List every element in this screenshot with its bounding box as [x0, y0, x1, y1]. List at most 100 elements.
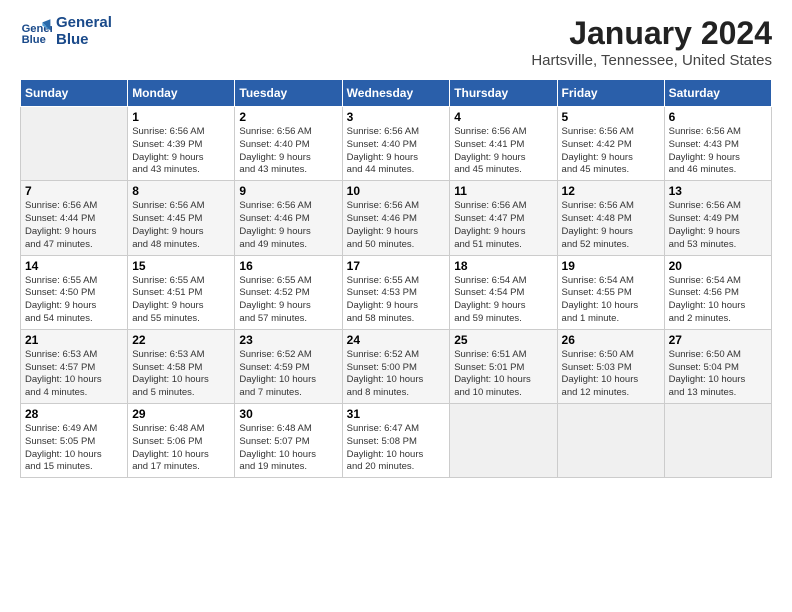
day-info: Sunrise: 6:55 AM Sunset: 4:53 PM Dayligh… — [347, 275, 446, 326]
title-section: January 2024 Hartsville, Tennessee, Unit… — [531, 15, 772, 69]
day-info: Sunrise: 6:55 AM Sunset: 4:51 PM Dayligh… — [132, 275, 230, 326]
calendar-cell: 24 Sunrise: 6:52 AM Sunset: 5:00 PM Dayl… — [342, 329, 450, 403]
calendar-cell: 29 Sunrise: 6:48 AM Sunset: 5:06 PM Dayl… — [128, 404, 235, 478]
day-number: 15 — [132, 259, 230, 273]
day-number: 4 — [454, 110, 552, 124]
day-number: 21 — [25, 333, 123, 347]
day-info: Sunrise: 6:53 AM Sunset: 4:58 PM Dayligh… — [132, 349, 230, 400]
day-info: Sunrise: 6:56 AM Sunset: 4:41 PM Dayligh… — [454, 126, 552, 177]
header-tuesday: Tuesday — [235, 80, 342, 107]
day-number: 26 — [562, 333, 660, 347]
day-number: 19 — [562, 259, 660, 273]
day-number: 16 — [239, 259, 337, 273]
header-monday: Monday — [128, 80, 235, 107]
calendar-table: Sunday Monday Tuesday Wednesday Thursday… — [20, 79, 772, 478]
day-number: 5 — [562, 110, 660, 124]
day-info: Sunrise: 6:54 AM Sunset: 4:55 PM Dayligh… — [562, 275, 660, 326]
calendar-cell: 3 Sunrise: 6:56 AM Sunset: 4:40 PM Dayli… — [342, 107, 450, 181]
day-info: Sunrise: 6:53 AM Sunset: 4:57 PM Dayligh… — [25, 349, 123, 400]
logo-icon: General Blue — [20, 16, 52, 48]
day-number: 25 — [454, 333, 552, 347]
calendar-cell: 12 Sunrise: 6:56 AM Sunset: 4:48 PM Dayl… — [557, 181, 664, 255]
calendar-cell: 28 Sunrise: 6:49 AM Sunset: 5:05 PM Dayl… — [21, 404, 128, 478]
logo: General Blue General Blue — [20, 15, 112, 48]
calendar-week-row: 1 Sunrise: 6:56 AM Sunset: 4:39 PM Dayli… — [21, 107, 772, 181]
calendar-cell: 30 Sunrise: 6:48 AM Sunset: 5:07 PM Dayl… — [235, 404, 342, 478]
day-info: Sunrise: 6:52 AM Sunset: 5:00 PM Dayligh… — [347, 349, 446, 400]
logo-text-general: General — [56, 15, 112, 32]
day-number: 30 — [239, 407, 337, 421]
location: Hartsville, Tennessee, United States — [531, 52, 772, 69]
day-info: Sunrise: 6:54 AM Sunset: 4:54 PM Dayligh… — [454, 275, 552, 326]
calendar-cell: 7 Sunrise: 6:56 AM Sunset: 4:44 PM Dayli… — [21, 181, 128, 255]
day-info: Sunrise: 6:54 AM Sunset: 4:56 PM Dayligh… — [669, 275, 767, 326]
calendar-cell: 8 Sunrise: 6:56 AM Sunset: 4:45 PM Dayli… — [128, 181, 235, 255]
calendar-cell: 26 Sunrise: 6:50 AM Sunset: 5:03 PM Dayl… — [557, 329, 664, 403]
calendar-cell: 13 Sunrise: 6:56 AM Sunset: 4:49 PM Dayl… — [664, 181, 771, 255]
day-info: Sunrise: 6:49 AM Sunset: 5:05 PM Dayligh… — [25, 423, 123, 474]
page-header: General Blue General Blue January 2024 H… — [20, 15, 772, 69]
day-number: 24 — [347, 333, 446, 347]
calendar-cell: 27 Sunrise: 6:50 AM Sunset: 5:04 PM Dayl… — [664, 329, 771, 403]
day-info: Sunrise: 6:51 AM Sunset: 5:01 PM Dayligh… — [454, 349, 552, 400]
logo-text-blue: Blue — [56, 32, 112, 49]
day-info: Sunrise: 6:56 AM Sunset: 4:48 PM Dayligh… — [562, 200, 660, 251]
calendar-week-row: 14 Sunrise: 6:55 AM Sunset: 4:50 PM Dayl… — [21, 255, 772, 329]
calendar-cell: 23 Sunrise: 6:52 AM Sunset: 4:59 PM Dayl… — [235, 329, 342, 403]
day-info: Sunrise: 6:56 AM Sunset: 4:44 PM Dayligh… — [25, 200, 123, 251]
day-info: Sunrise: 6:56 AM Sunset: 4:47 PM Dayligh… — [454, 200, 552, 251]
header-sunday: Sunday — [21, 80, 128, 107]
calendar-cell: 4 Sunrise: 6:56 AM Sunset: 4:41 PM Dayli… — [450, 107, 557, 181]
day-number: 9 — [239, 184, 337, 198]
calendar-cell: 20 Sunrise: 6:54 AM Sunset: 4:56 PM Dayl… — [664, 255, 771, 329]
day-number: 1 — [132, 110, 230, 124]
day-number: 13 — [669, 184, 767, 198]
header-saturday: Saturday — [664, 80, 771, 107]
calendar-week-row: 21 Sunrise: 6:53 AM Sunset: 4:57 PM Dayl… — [21, 329, 772, 403]
day-info: Sunrise: 6:56 AM Sunset: 4:43 PM Dayligh… — [669, 126, 767, 177]
day-info: Sunrise: 6:55 AM Sunset: 4:50 PM Dayligh… — [25, 275, 123, 326]
calendar-cell — [450, 404, 557, 478]
day-info: Sunrise: 6:56 AM Sunset: 4:45 PM Dayligh… — [132, 200, 230, 251]
calendar-cell: 17 Sunrise: 6:55 AM Sunset: 4:53 PM Dayl… — [342, 255, 450, 329]
calendar-cell: 16 Sunrise: 6:55 AM Sunset: 4:52 PM Dayl… — [235, 255, 342, 329]
calendar-cell: 15 Sunrise: 6:55 AM Sunset: 4:51 PM Dayl… — [128, 255, 235, 329]
calendar-cell: 18 Sunrise: 6:54 AM Sunset: 4:54 PM Dayl… — [450, 255, 557, 329]
day-number: 29 — [132, 407, 230, 421]
day-info: Sunrise: 6:50 AM Sunset: 5:03 PM Dayligh… — [562, 349, 660, 400]
day-info: Sunrise: 6:56 AM Sunset: 4:46 PM Dayligh… — [347, 200, 446, 251]
calendar-week-row: 28 Sunrise: 6:49 AM Sunset: 5:05 PM Dayl… — [21, 404, 772, 478]
calendar-cell: 22 Sunrise: 6:53 AM Sunset: 4:58 PM Dayl… — [128, 329, 235, 403]
day-number: 31 — [347, 407, 446, 421]
header-wednesday: Wednesday — [342, 80, 450, 107]
header-friday: Friday — [557, 80, 664, 107]
day-number: 17 — [347, 259, 446, 273]
header-thursday: Thursday — [450, 80, 557, 107]
calendar-cell: 6 Sunrise: 6:56 AM Sunset: 4:43 PM Dayli… — [664, 107, 771, 181]
calendar-cell: 19 Sunrise: 6:54 AM Sunset: 4:55 PM Dayl… — [557, 255, 664, 329]
day-number: 8 — [132, 184, 230, 198]
calendar-cell — [664, 404, 771, 478]
day-number: 22 — [132, 333, 230, 347]
calendar-cell — [557, 404, 664, 478]
day-number: 27 — [669, 333, 767, 347]
day-info: Sunrise: 6:55 AM Sunset: 4:52 PM Dayligh… — [239, 275, 337, 326]
calendar-cell — [21, 107, 128, 181]
day-info: Sunrise: 6:56 AM Sunset: 4:49 PM Dayligh… — [669, 200, 767, 251]
day-number: 28 — [25, 407, 123, 421]
day-number: 7 — [25, 184, 123, 198]
day-number: 2 — [239, 110, 337, 124]
day-info: Sunrise: 6:48 AM Sunset: 5:06 PM Dayligh… — [132, 423, 230, 474]
day-info: Sunrise: 6:56 AM Sunset: 4:46 PM Dayligh… — [239, 200, 337, 251]
calendar-cell: 1 Sunrise: 6:56 AM Sunset: 4:39 PM Dayli… — [128, 107, 235, 181]
calendar-cell: 10 Sunrise: 6:56 AM Sunset: 4:46 PM Dayl… — [342, 181, 450, 255]
day-number: 12 — [562, 184, 660, 198]
calendar-cell: 31 Sunrise: 6:47 AM Sunset: 5:08 PM Dayl… — [342, 404, 450, 478]
day-number: 3 — [347, 110, 446, 124]
svg-text:Blue: Blue — [22, 34, 46, 46]
calendar-cell: 25 Sunrise: 6:51 AM Sunset: 5:01 PM Dayl… — [450, 329, 557, 403]
calendar-cell: 21 Sunrise: 6:53 AM Sunset: 4:57 PM Dayl… — [21, 329, 128, 403]
calendar-cell: 9 Sunrise: 6:56 AM Sunset: 4:46 PM Dayli… — [235, 181, 342, 255]
calendar-header-row: Sunday Monday Tuesday Wednesday Thursday… — [21, 80, 772, 107]
day-number: 23 — [239, 333, 337, 347]
